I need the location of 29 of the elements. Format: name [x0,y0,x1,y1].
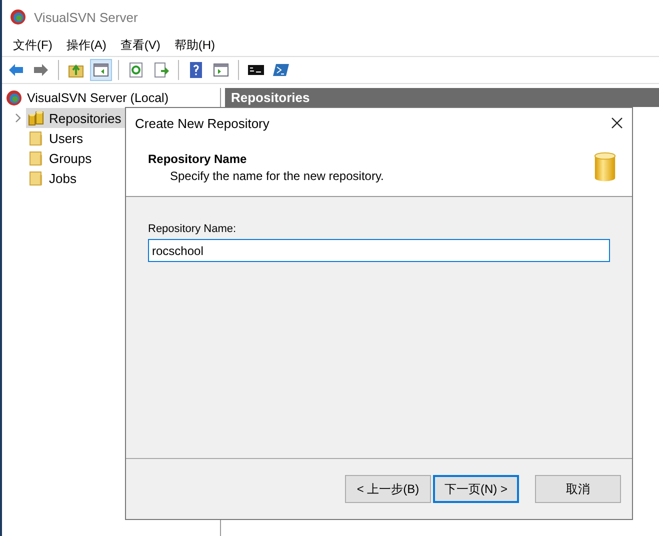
section-description: Specify the name for the new repository. [169,168,384,182]
folder-icon [28,130,44,146]
app-logo-icon [6,90,22,106]
menu-item[interactable]: 查看(V) [113,36,168,54]
section-heading: Repository Name [148,152,248,166]
window-title: VisualSVN Server [34,10,138,24]
menu-item[interactable]: 操作(A) [59,36,114,54]
database-icon [594,152,616,182]
menu-item[interactable]: 文件(F) [6,36,60,54]
tree-item[interactable]: Groups [26,148,96,168]
field-label: Repository Name: [148,223,238,235]
dialog-button[interactable]: 下一页(N) > [433,475,519,503]
tree-item[interactable]: VisualSVN Server (Local) [27,91,168,105]
tree-item[interactable]: Jobs [26,168,80,188]
dialog-button[interactable]: 取消 [535,475,621,503]
input-field[interactable]: rocschool [148,239,610,262]
close-icon[interactable] [611,117,623,129]
app-logo-icon [10,9,26,25]
panel-header: Repositories [225,88,659,107]
menu-item[interactable]: 帮助(H) [167,36,222,54]
folder-icon [28,150,44,166]
tree-item[interactable]: Users [26,128,87,148]
dialog-title: Create New Repository [135,116,270,130]
chevron-right-icon[interactable] [14,113,22,123]
dialog-button[interactable]: < 上一步(B) [345,475,431,503]
database-icon [28,110,44,126]
tree-item[interactable]: Repositories [26,108,126,128]
folder-icon [28,170,44,186]
panel-icon[interactable] [90,59,112,81]
